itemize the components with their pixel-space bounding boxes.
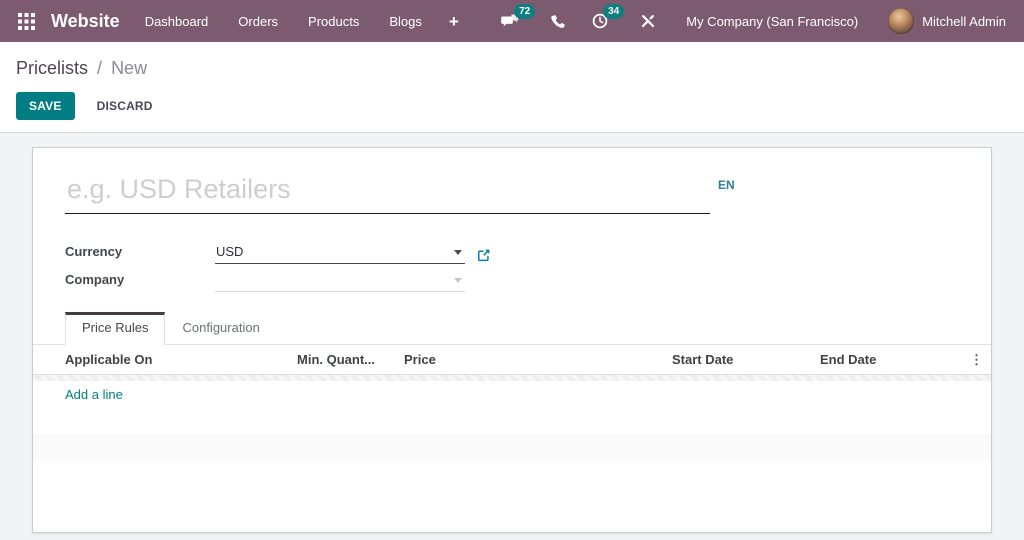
table-row: Add a line [33, 381, 991, 407]
column-header-applicable-on[interactable]: Applicable On [33, 352, 283, 367]
website-editor-tools-button[interactable] [626, 0, 670, 42]
save-button[interactable]: SAVE [16, 92, 75, 120]
company-select[interactable] [215, 278, 465, 292]
new-content-button[interactable]: + [437, 0, 471, 42]
chevron-down-icon[interactable] [454, 250, 462, 255]
company-label: Company [65, 272, 125, 287]
optional-columns-icon[interactable]: ⋮ [970, 352, 983, 367]
activities-badge: 34 [603, 4, 625, 19]
breadcrumb-current: New [111, 58, 148, 78]
currency-label: Currency [65, 244, 123, 259]
apps-menu-button[interactable] [6, 0, 47, 42]
top-navbar: Website Dashboard Orders Products Blogs … [0, 0, 1024, 42]
price-rules-table-header: Applicable On Min. Quant... Price Start … [33, 345, 991, 375]
title-row: EN [33, 148, 991, 214]
nav-item-orders[interactable]: Orders [223, 0, 293, 42]
currency-field-row: Currency USD [65, 236, 991, 264]
pricelist-form-sheet: EN Currency USD [32, 147, 992, 533]
nav-item-blogs[interactable]: Blogs [374, 0, 437, 42]
action-buttons: SAVE DISCARD [16, 92, 1024, 120]
phone-icon [551, 14, 566, 29]
tools-icon [640, 13, 656, 29]
column-header-start-date[interactable]: Start Date [672, 352, 820, 367]
field-group: Currency USD Company [33, 236, 991, 292]
add-a-line-link[interactable]: Add a line [65, 387, 123, 402]
voip-phone-button[interactable] [537, 0, 580, 42]
control-panel: Pricelists / New SAVE DISCARD [0, 42, 1024, 133]
messages-button[interactable]: 72 [489, 0, 537, 42]
browser-viewport: Website Dashboard Orders Products Blogs … [0, 0, 1024, 540]
user-menu[interactable]: Mitchell Admin [874, 0, 1014, 42]
plus-icon: + [448, 11, 459, 31]
currency-external-link-icon[interactable] [477, 248, 491, 264]
column-header-price[interactable]: Price [404, 352, 672, 367]
breadcrumb: Pricelists / New [16, 56, 1024, 80]
breadcrumb-pricelists-link[interactable]: Pricelists [16, 58, 88, 78]
currency-value: USD [216, 244, 244, 259]
company-field-row: Company [65, 264, 991, 292]
nav-item-dashboard[interactable]: Dashboard [130, 0, 224, 42]
chevron-down-icon[interactable] [454, 278, 462, 283]
user-avatar [888, 8, 915, 34]
notebook-tabs: Price Rules Configuration [33, 312, 991, 345]
empty-row [33, 434, 991, 461]
empty-row [33, 407, 991, 434]
form-view-container: EN Currency USD [0, 133, 1024, 540]
nav-item-products[interactable]: Products [293, 0, 374, 42]
translation-lang-button[interactable]: EN [718, 178, 735, 192]
pricelist-name-input[interactable] [65, 170, 710, 214]
table-empty-area [33, 461, 991, 532]
app-brand[interactable]: Website [47, 0, 130, 42]
currency-select[interactable]: USD [215, 244, 465, 264]
messages-badge: 72 [514, 4, 536, 19]
tab-configuration[interactable]: Configuration [165, 312, 276, 344]
user-name: Mitchell Admin [922, 13, 1006, 29]
breadcrumb-separator: / [97, 58, 103, 78]
apps-grid-icon [18, 12, 35, 30]
activities-button[interactable]: 34 [580, 0, 626, 42]
tab-price-rules[interactable]: Price Rules [65, 312, 166, 345]
column-header-min-quantity[interactable]: Min. Quant... [283, 352, 404, 367]
discard-button[interactable]: DISCARD [83, 93, 167, 119]
company-switcher[interactable]: My Company (San Francisco) [670, 0, 874, 42]
column-header-end-date[interactable]: End Date [820, 352, 968, 367]
systray: 72 34 My Company (San Francisco) Mitchel… [489, 0, 1014, 42]
